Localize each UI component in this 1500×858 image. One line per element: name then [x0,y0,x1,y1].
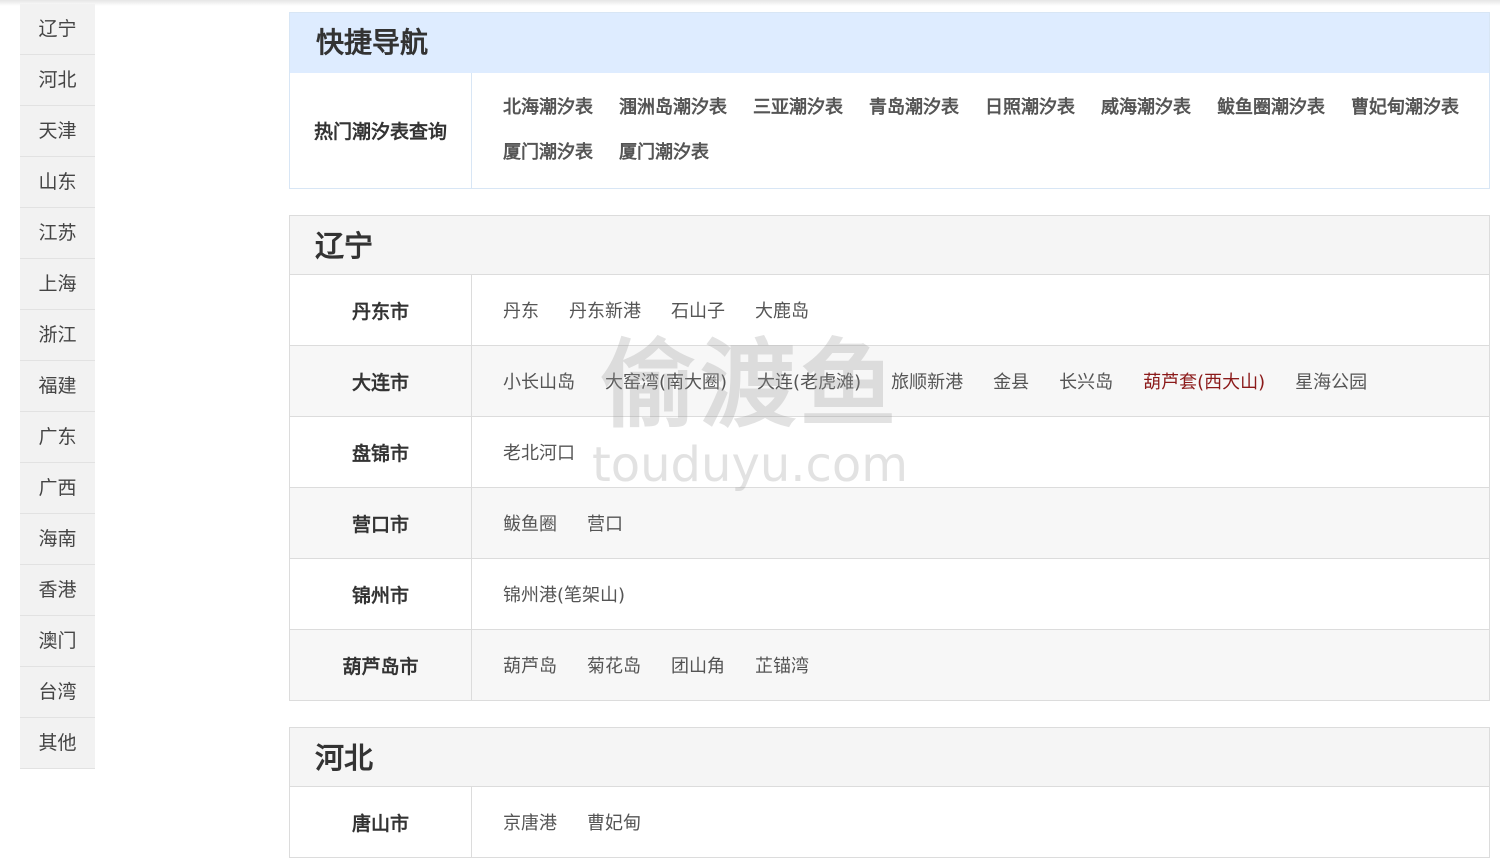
hot-tide-link[interactable]: 厦门潮汐表 [619,130,709,175]
city-name: 大连市 [290,346,472,416]
city-name: 丹东市 [290,275,472,345]
port-link[interactable]: 丹东新港 [569,297,641,323]
quicknav-title: 快捷导航 [290,13,1489,73]
port-list: 锦州港(笔架山) [472,559,1489,629]
sidebar-item[interactable]: 海南 [20,514,95,565]
hot-tide-link[interactable]: 威海潮汐表 [1101,85,1191,130]
port-link[interactable]: 老北河口 [503,439,575,465]
port-link[interactable]: 团山角 [671,652,725,678]
port-list: 老北河口 [472,417,1489,487]
port-link[interactable]: 大连(老虎滩) [757,368,861,394]
city-row: 丹东市 丹东 丹东新港 石山子 大鹿岛 [290,275,1489,346]
city-row: 锦州市 锦州港(笔架山) [290,559,1489,630]
sidebar-item[interactable]: 天津 [20,106,95,157]
hot-tide-link[interactable]: 鲅鱼圈潮汐表 [1217,85,1325,130]
province-title: 辽宁 [290,216,1489,275]
hot-query-label: 热门潮汐表查询 [290,73,472,188]
province-sidebar: 辽宁 河北 天津 山东 江苏 上海 浙江 福建 广东 广西 海南 香港 澳门 台湾 其他 [20,4,95,769]
hot-tide-link[interactable]: 日照潮汐表 [985,85,1075,130]
sidebar-item[interactable]: 广西 [20,463,95,514]
port-list: 小长山岛 大窑湾(南大圈) 大连(老虎滩) 旅顺新港 金县 长兴岛 葫芦套(西大山) 星海公园 [472,346,1489,416]
province-title: 河北 [290,728,1489,787]
port-link[interactable]: 锦州港(笔架山) [503,581,625,607]
port-list: 鲅鱼圈 营口 [472,488,1489,558]
port-link[interactable]: 星海公园 [1295,368,1367,394]
sidebar-item[interactable]: 澳门 [20,616,95,667]
city-row: 大连市 小长山岛 大窑湾(南大圈) 大连(老虎滩) 旅顺新港 金县 长兴岛 葫芦套(西大山) 星… [290,346,1489,417]
sidebar-item[interactable]: 福建 [20,361,95,412]
sidebar-item[interactable]: 广东 [20,412,95,463]
sidebar-item[interactable]: 江苏 [20,208,95,259]
city-name: 葫芦岛市 [290,630,472,700]
sidebar-item[interactable]: 山东 [20,157,95,208]
port-list: 丹东 丹东新港 石山子 大鹿岛 [472,275,1489,345]
port-link[interactable]: 金县 [993,368,1029,394]
hot-tide-link[interactable]: 青岛潮汐表 [869,85,959,130]
city-row: 葫芦岛市 葫芦岛 菊花岛 团山角 芷锚湾 [290,630,1489,700]
port-link[interactable]: 大鹿岛 [755,297,809,323]
province-section: 河北 唐山市 京唐港 曹妃甸 [289,727,1490,858]
port-link[interactable]: 长兴岛 [1059,368,1113,394]
hot-tide-link[interactable]: 曹妃甸潮汐表 [1351,85,1459,130]
hot-tide-link[interactable]: 北海潮汐表 [503,85,593,130]
city-name: 营口市 [290,488,472,558]
city-row: 营口市 鲅鱼圈 营口 [290,488,1489,559]
port-link[interactable]: 曹妃甸 [587,809,641,835]
hot-query-links: 北海潮汐表 涠洲岛潮汐表 三亚潮汐表 青岛潮汐表 日照潮汐表 威海潮汐表 鲅鱼圈潮汐表 曹妃甸… [472,73,1489,188]
sidebar-item[interactable]: 浙江 [20,310,95,361]
hot-tide-link[interactable]: 涠洲岛潮汐表 [619,85,727,130]
sidebar-item[interactable]: 辽宁 [20,4,95,55]
port-link[interactable]: 芷锚湾 [755,652,809,678]
port-link[interactable]: 大窑湾(南大圈) [605,368,727,394]
port-link[interactable]: 营口 [587,510,623,536]
port-link[interactable]: 京唐港 [503,809,557,835]
sidebar-item[interactable]: 台湾 [20,667,95,718]
quick-navigation: 快捷导航 热门潮汐表查询 北海潮汐表 涠洲岛潮汐表 三亚潮汐表 青岛潮汐表 日照潮汐表威… [289,12,1490,189]
port-link[interactable]: 葫芦岛 [503,652,557,678]
city-name: 锦州市 [290,559,472,629]
sidebar-item[interactable]: 香港 [20,565,95,616]
port-link[interactable]: 鲅鱼圈 [503,510,557,536]
port-link[interactable]: 葫芦套(西大山) [1143,368,1265,394]
city-name: 唐山市 [290,787,472,857]
port-link[interactable]: 菊花岛 [587,652,641,678]
port-link[interactable]: 小长山岛 [503,368,575,394]
city-name: 盘锦市 [290,417,472,487]
province-section: 辽宁 丹东市 丹东 丹东新港 石山子 大鹿岛大连市 小长山岛 大窑湾(南大圈) 大连(老虎滩) 旅… [289,215,1490,701]
sidebar-item[interactable]: 其他 [20,718,95,769]
sidebar-item[interactable]: 上海 [20,259,95,310]
hot-tide-link[interactable]: 厦门潮汐表 [503,130,593,175]
sidebar-item[interactable]: 河北 [20,55,95,106]
port-list: 葫芦岛 菊花岛 团山角 芷锚湾 [472,630,1489,700]
main-content: 快捷导航 热门潮汐表查询 北海潮汐表 涠洲岛潮汐表 三亚潮汐表 青岛潮汐表 日照潮汐表威… [289,12,1490,858]
top-shadow [0,0,1500,6]
port-link[interactable]: 丹东 [503,297,539,323]
hot-tide-link[interactable]: 三亚潮汐表 [753,85,843,130]
port-link[interactable]: 石山子 [671,297,725,323]
port-link[interactable]: 旅顺新港 [891,368,963,394]
city-row: 盘锦市 老北河口 [290,417,1489,488]
city-row: 唐山市 京唐港 曹妃甸 [290,787,1489,857]
port-list: 京唐港 曹妃甸 [472,787,1489,857]
